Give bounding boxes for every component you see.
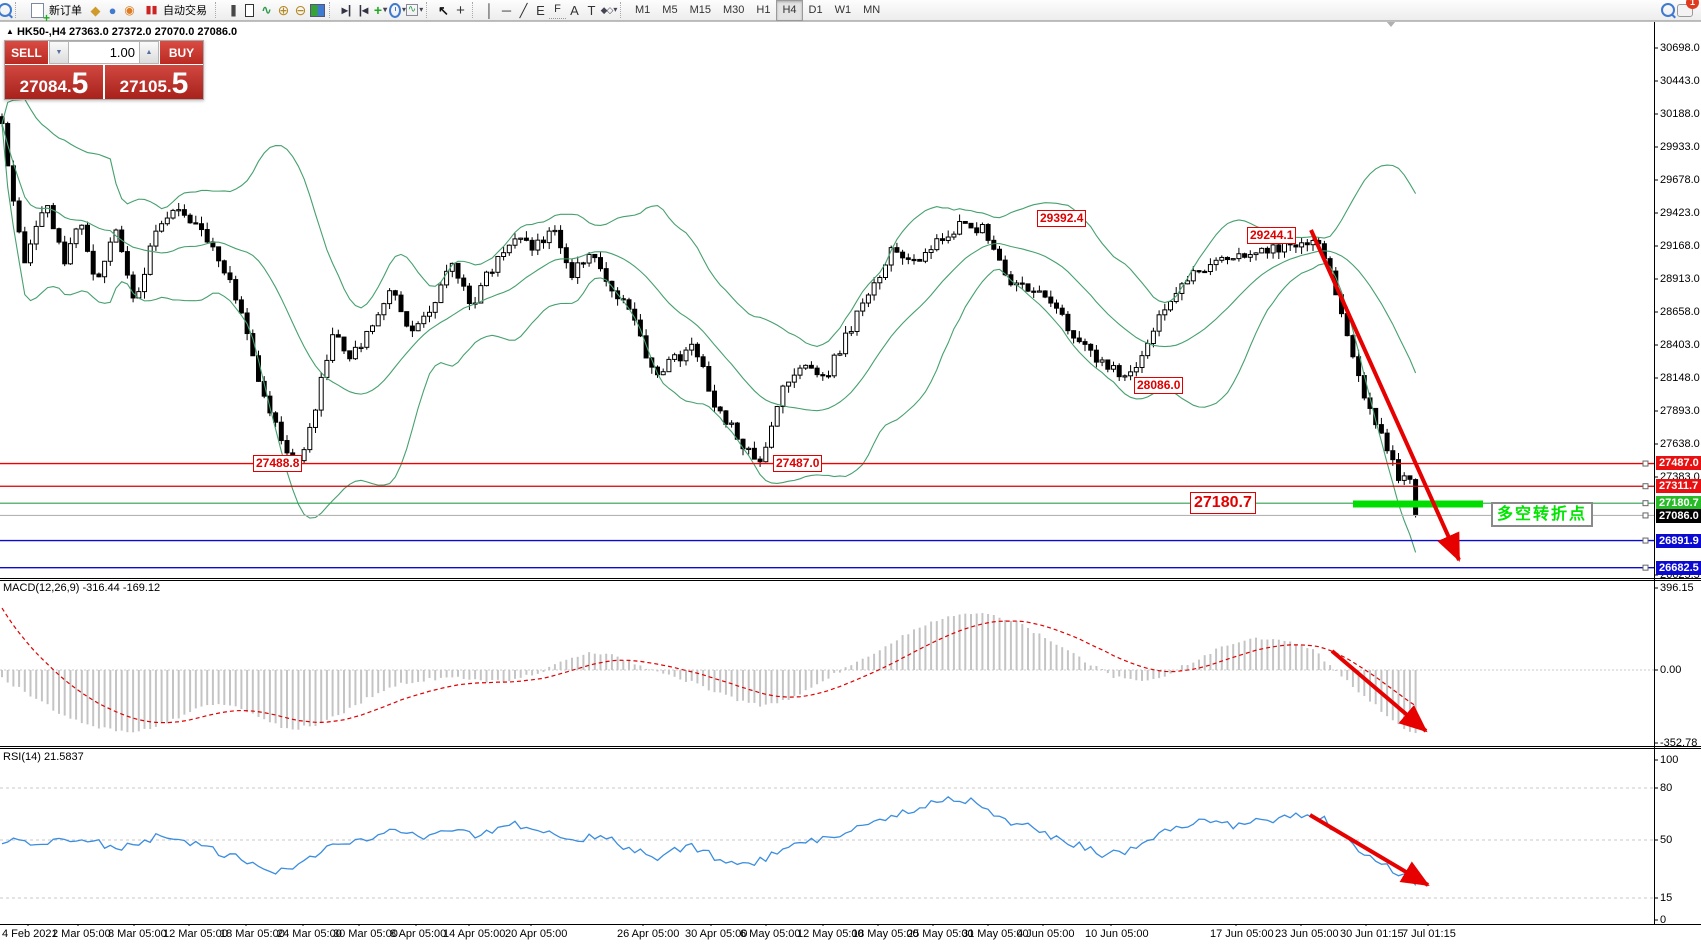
price-tick-27893.0: 27893.0 bbox=[1660, 405, 1700, 417]
time-label: 30 Jun 01:15 bbox=[1340, 928, 1404, 940]
price-label-29392.4[interactable]: 29392.4 bbox=[1037, 210, 1086, 227]
volume-decrease-button[interactable]: ▼ bbox=[49, 41, 69, 64]
price-tick-29168.0: 29168.0 bbox=[1660, 240, 1700, 252]
time-label: 23 Jun 05:00 bbox=[1275, 928, 1339, 940]
price-label-28086.0[interactable]: 28086.0 bbox=[1134, 377, 1183, 394]
time-label: 18 Mar 05:00 bbox=[220, 928, 285, 940]
chart-canvas[interactable] bbox=[0, 0, 1701, 944]
macd-label: MACD(12,26,9) -316.44 -169.12 bbox=[3, 582, 160, 594]
terminal-window: 新订单 ◆ ● ◉ ▮▮ 自动交易 ||| ∿ ⊕ ⊖ ▸| |◂ +▾ ▾ ∿… bbox=[0, 0, 1701, 944]
volume-increase-button[interactable]: ▲ bbox=[139, 41, 159, 64]
price-tick-28913.0: 28913.0 bbox=[1660, 273, 1700, 285]
buy-price[interactable]: 27105.5 bbox=[105, 65, 203, 99]
time-label: 26 Apr 05:00 bbox=[617, 928, 679, 940]
trend-arrow-3[interactable] bbox=[1310, 815, 1428, 885]
time-label: 6 May 05:00 bbox=[740, 928, 801, 940]
time-label: 30 Apr 05:00 bbox=[685, 928, 747, 940]
price-tick-29423.0: 29423.0 bbox=[1660, 207, 1700, 219]
turning-point-note[interactable]: 多空转折点 bbox=[1491, 502, 1593, 527]
price-tick-29678.0: 29678.0 bbox=[1660, 174, 1700, 186]
time-label: 4 Feb 2021 bbox=[2, 928, 58, 940]
price-tick-28658.0: 28658.0 bbox=[1660, 306, 1700, 318]
price-label-27488.8[interactable]: 27488.8 bbox=[253, 455, 302, 472]
rsi-label: RSI(14) 21.5837 bbox=[3, 751, 84, 763]
buy-button[interactable]: BUY bbox=[159, 41, 203, 64]
price-label-29244.1[interactable]: 29244.1 bbox=[1247, 227, 1296, 244]
price-tick-27638.0: 27638.0 bbox=[1660, 438, 1700, 450]
macd-tick--352.78: -352.78 bbox=[1660, 737, 1697, 749]
rsi-pane[interactable] bbox=[0, 788, 1654, 898]
rsi-tick-50: 50 bbox=[1660, 834, 1672, 846]
rsi-tick-15: 15 bbox=[1660, 892, 1672, 904]
macd-tick-396.15: 396.15 bbox=[1660, 582, 1694, 594]
sell-button[interactable]: SELL bbox=[5, 41, 49, 64]
one-click-trading-panel: SELL ▼ 1.00 ▲ BUY 27084.5 27105.5 bbox=[4, 40, 204, 100]
object-marker-icon: ▲ bbox=[6, 27, 14, 36]
ohlc-values: 27363.0 27372.0 27070.0 27086.0 bbox=[69, 26, 237, 38]
price-tick-30443.0: 30443.0 bbox=[1660, 75, 1700, 87]
sell-price[interactable]: 27084.5 bbox=[5, 65, 105, 99]
price-tag-27086.0: 27086.0 bbox=[1656, 509, 1701, 523]
price-tag-27311.7: 27311.7 bbox=[1656, 479, 1701, 493]
rsi-tick-80: 80 bbox=[1660, 782, 1672, 794]
rsi-tick-100: 100 bbox=[1660, 754, 1678, 766]
price-label-27487.0[interactable]: 27487.0 bbox=[773, 455, 822, 472]
price-tag-26891.9: 26891.9 bbox=[1656, 534, 1701, 548]
price-tick-28403.0: 28403.0 bbox=[1660, 339, 1700, 351]
price-tick-30698.0: 30698.0 bbox=[1660, 42, 1700, 54]
time-label: 12 Mar 05:00 bbox=[163, 928, 228, 940]
price-tick-29933.0: 29933.0 bbox=[1660, 141, 1700, 153]
time-label: 2 Mar 05:00 bbox=[52, 928, 111, 940]
time-label: 4 Jun 05:00 bbox=[1017, 928, 1075, 940]
price-tag-27487.0: 27487.0 bbox=[1656, 456, 1701, 470]
symbol-period: HK50-,H4 bbox=[17, 26, 66, 38]
time-label: 17 Jun 05:00 bbox=[1210, 928, 1274, 940]
chart-title: ▲ HK50-,H4 27363.0 27372.0 27070.0 27086… bbox=[6, 26, 237, 38]
price-tag-26682.5: 26682.5 bbox=[1656, 561, 1701, 575]
trend-arrow-1[interactable] bbox=[1311, 230, 1459, 560]
price-tag-27180.7: 27180.7 bbox=[1656, 496, 1701, 510]
time-label: 20 Apr 05:00 bbox=[505, 928, 567, 940]
price-tick-28148.0: 28148.0 bbox=[1660, 372, 1700, 384]
macd-tick-0.00: 0.00 bbox=[1660, 664, 1681, 676]
rsi-tick-0: 0 bbox=[1660, 914, 1666, 926]
time-label: 8 Apr 05:00 bbox=[390, 928, 446, 940]
time-label: 10 Jun 05:00 bbox=[1085, 928, 1149, 940]
price-tick-30188.0: 30188.0 bbox=[1660, 108, 1700, 120]
price-label-27180.7[interactable]: 27180.7 bbox=[1190, 492, 1256, 514]
time-label: 7 Jul 01:15 bbox=[1402, 928, 1456, 940]
time-label: 30 Mar 05:00 bbox=[333, 928, 398, 940]
trend-arrow-2[interactable] bbox=[1332, 651, 1426, 731]
volume-input[interactable]: 1.00 bbox=[69, 41, 139, 64]
main-pane[interactable] bbox=[0, 99, 1654, 570]
time-label: 14 Apr 05:00 bbox=[443, 928, 505, 940]
time-label: 8 Mar 05:00 bbox=[108, 928, 167, 940]
